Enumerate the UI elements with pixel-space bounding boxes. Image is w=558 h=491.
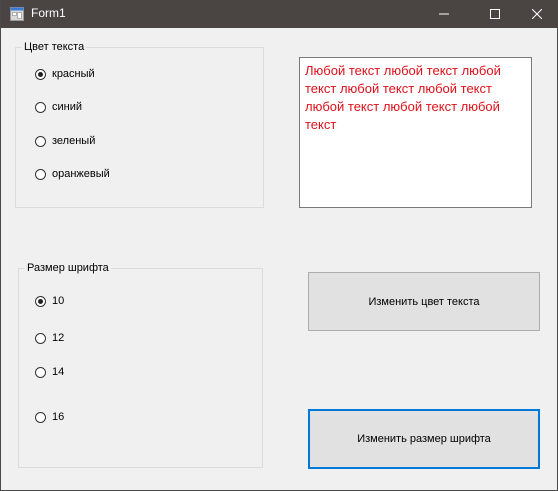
radio-indicator[interactable] xyxy=(35,168,46,180)
radio-indicator[interactable] xyxy=(35,411,46,423)
radio-label: красный xyxy=(52,68,95,80)
title-bar[interactable]: Form1 xyxy=(1,0,558,28)
radio-color-blue[interactable]: синий xyxy=(35,101,82,113)
radio-indicator[interactable] xyxy=(35,135,46,147)
radio-size-14[interactable]: 14 xyxy=(35,366,64,378)
radio-indicator[interactable] xyxy=(35,295,46,307)
minimize-icon xyxy=(439,13,449,15)
radio-size-12[interactable]: 12 xyxy=(35,332,64,344)
radio-color-orange[interactable]: оранжевый xyxy=(35,168,110,180)
text-color-group-title: Цвет текста xyxy=(22,40,87,54)
radio-label: 14 xyxy=(52,366,65,378)
sample-text-box[interactable]: Любой текст любой текст любой текст любо… xyxy=(299,57,532,208)
window-title: Form1 xyxy=(31,6,66,20)
font-size-group-title: Размер шрифта xyxy=(25,261,111,275)
close-icon xyxy=(532,9,542,19)
radio-label: зеленый xyxy=(52,135,96,147)
minimize-button[interactable] xyxy=(421,0,467,28)
radio-label: 12 xyxy=(52,332,65,344)
change-color-button[interactable]: Изменить цвет текста xyxy=(308,272,540,331)
radio-label: 16 xyxy=(52,411,65,423)
radio-indicator[interactable] xyxy=(35,101,46,113)
maximize-icon xyxy=(490,9,500,19)
change-size-button[interactable]: Изменить размер шрифта xyxy=(308,409,540,469)
close-button[interactable] xyxy=(514,0,558,28)
radio-indicator[interactable] xyxy=(35,366,46,378)
app-icon xyxy=(10,7,24,21)
radio-indicator[interactable] xyxy=(35,332,46,344)
radio-color-green[interactable]: зеленый xyxy=(35,135,95,147)
radio-size-16[interactable]: 16 xyxy=(35,411,64,423)
radio-color-red[interactable]: красный xyxy=(35,68,95,80)
radio-label: 10 xyxy=(52,295,65,307)
radio-indicator[interactable] xyxy=(35,68,46,80)
radio-size-10[interactable]: 10 xyxy=(35,295,64,307)
maximize-button[interactable] xyxy=(472,0,518,28)
radio-label: оранжевый xyxy=(52,168,110,180)
radio-label: синий xyxy=(52,101,83,113)
main-window: Form1 Цвет текста красный синий зеленый … xyxy=(0,0,558,491)
